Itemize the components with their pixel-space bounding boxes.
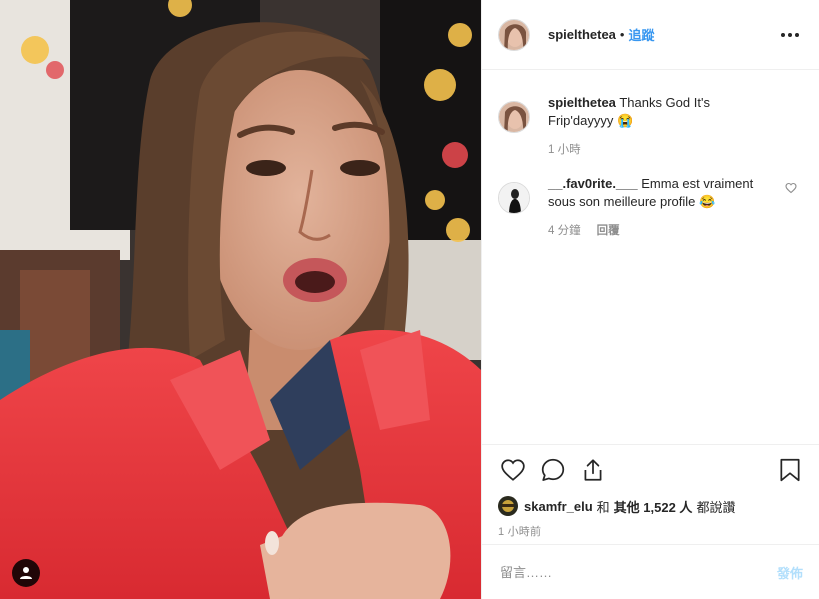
avatar-image: [499, 183, 529, 213]
follow-button[interactable]: 追蹤: [628, 25, 654, 44]
commenter-avatar[interactable]: [498, 182, 530, 214]
post-details-panel: spielthetea • 追蹤 spielthetea Thanks God …: [481, 0, 819, 599]
caption-comment: spielthetea Thanks God It's Frip'dayyyy …: [498, 94, 803, 157]
first-liker-username[interactable]: skamfr_elu: [524, 499, 593, 514]
heart-icon[interactable]: [496, 453, 530, 487]
avatar-image: [499, 102, 529, 132]
person-icon: [20, 567, 32, 579]
author-avatar[interactable]: [498, 18, 530, 51]
comment-time[interactable]: 1 小時: [548, 141, 581, 157]
post-timestamp[interactable]: 1 小時前: [482, 517, 819, 539]
likes-summary: skamfr_elu 和 其他 1,522 人 都說讚: [482, 495, 819, 517]
post-actions-area: skamfr_elu 和 其他 1,522 人 都說讚 1 小時前: [482, 444, 819, 539]
author-username[interactable]: spielthetea: [548, 27, 616, 42]
avatar-image: [499, 19, 529, 50]
more-options-icon[interactable]: [777, 29, 803, 41]
selfie-image: [0, 0, 481, 599]
avatar-image: [498, 496, 518, 516]
comment-username[interactable]: __.fav0rite.___: [548, 176, 638, 191]
comment-time[interactable]: 4 分鐘: [548, 222, 581, 238]
post-comment-button[interactable]: 發佈: [777, 563, 803, 582]
like-comment-heart-icon[interactable]: [785, 182, 797, 197]
share-icon[interactable]: [576, 453, 610, 487]
post-photo[interactable]: [0, 0, 481, 599]
reply-button[interactable]: 回覆: [597, 222, 620, 238]
instagram-post: spielthetea • 追蹤 spielthetea Thanks God …: [0, 0, 819, 599]
comment-body: __.fav0rite.___ Emma est vraiment sous s…: [548, 175, 768, 211]
action-bar: [482, 445, 819, 495]
likes-joiner: 和: [596, 499, 610, 515]
reply-comment: __.fav0rite.___ Emma est vraiment sous s…: [498, 175, 803, 238]
liker-avatar[interactable]: [498, 496, 518, 516]
tagged-users-button[interactable]: [12, 559, 40, 587]
comment-meta: 1 小時: [548, 141, 768, 157]
author-avatar[interactable]: [498, 101, 530, 133]
post-header: spielthetea • 追蹤: [482, 0, 819, 70]
comment-body: spielthetea Thanks God It's Frip'dayyyy …: [548, 94, 768, 130]
comment-meta: 4 分鐘 回覆: [548, 222, 768, 238]
comment-input[interactable]: [498, 563, 777, 581]
add-comment-section: 發佈: [482, 544, 819, 599]
separator-dot: •: [619, 27, 625, 42]
comment-icon[interactable]: [536, 453, 570, 487]
likes-suffix: 都說讚: [696, 499, 736, 515]
other-likers-link[interactable]: 其他 1,522 人: [614, 497, 693, 516]
bookmark-icon[interactable]: [773, 453, 807, 487]
comment-username[interactable]: spielthetea: [548, 95, 616, 110]
comments-list: spielthetea Thanks God It's Frip'dayyyy …: [482, 70, 819, 238]
